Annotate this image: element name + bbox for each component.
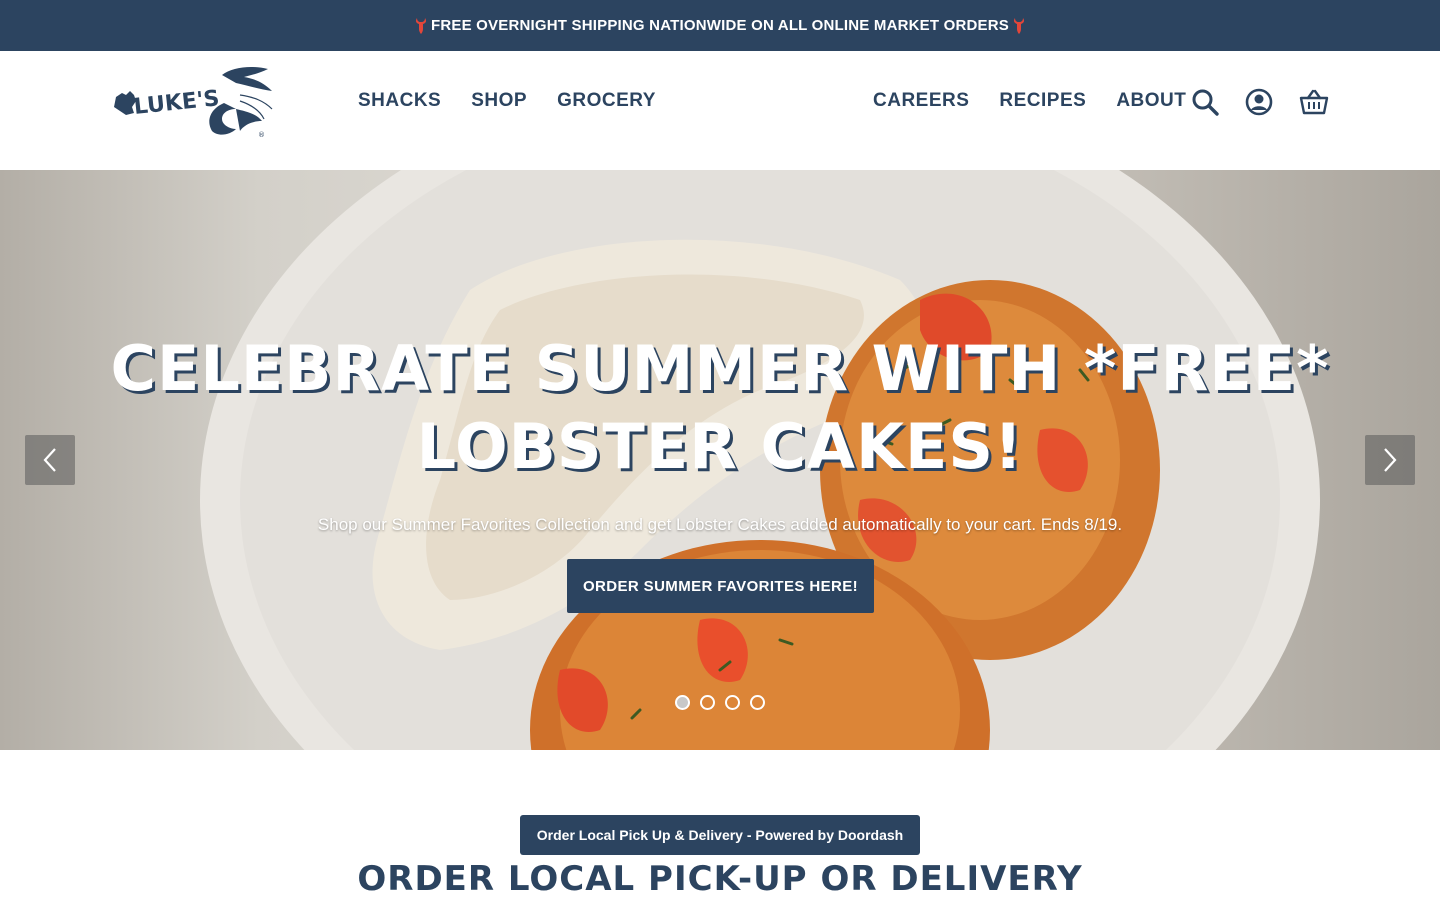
carousel-dot[interactable] bbox=[725, 695, 740, 710]
site-header: LUKE'S ® SHACKS SHOP GROCERY CAREERS REC… bbox=[0, 51, 1440, 170]
order-summer-favorites-button[interactable]: ORDER SUMMER FAVORITES HERE! bbox=[567, 559, 874, 613]
brand-logo[interactable]: LUKE'S ® bbox=[112, 65, 276, 139]
chevron-left-icon bbox=[43, 448, 56, 472]
section-heading: ORDER LOCAL PICK-UP OR DELIVERY bbox=[357, 859, 1083, 899]
carousel-dot[interactable] bbox=[750, 695, 765, 710]
nav-shacks[interactable]: SHACKS bbox=[358, 90, 441, 112]
nav-careers[interactable]: CAREERS bbox=[873, 90, 969, 112]
account-icon[interactable] bbox=[1244, 87, 1274, 117]
nav-recipes[interactable]: RECIPES bbox=[999, 90, 1086, 112]
carousel-prev-button[interactable] bbox=[25, 435, 75, 485]
announcement-bar: FREE OVERNIGHT SHIPPING NATIONWIDE ON AL… bbox=[0, 0, 1440, 51]
nav-about[interactable]: ABOUT bbox=[1116, 90, 1186, 112]
hero-carousel: CELEBRATE SUMMER WITH *FREE* LOBSTER CAK… bbox=[0, 170, 1440, 750]
lobster-icon bbox=[1013, 17, 1025, 34]
nav-shop[interactable]: SHOP bbox=[471, 90, 527, 112]
primary-nav: SHACKS SHOP GROCERY bbox=[358, 90, 656, 112]
secondary-nav: CAREERS RECIPES ABOUT bbox=[873, 90, 1186, 112]
lobster-icon bbox=[415, 17, 427, 34]
chevron-right-icon bbox=[1384, 448, 1397, 472]
cart-icon[interactable] bbox=[1299, 87, 1329, 117]
hero-subtitle: Shop our Summer Favorites Collection and… bbox=[317, 515, 1123, 534]
carousel-next-button[interactable] bbox=[1365, 435, 1415, 485]
svg-text:®: ® bbox=[258, 131, 265, 139]
nav-grocery[interactable]: GROCERY bbox=[557, 90, 656, 112]
carousel-dot[interactable] bbox=[675, 695, 690, 710]
logo-text: LUKE'S bbox=[133, 86, 221, 120]
announcement-text: FREE OVERNIGHT SHIPPING NATIONWIDE ON AL… bbox=[431, 17, 1009, 34]
carousel-pagination bbox=[675, 695, 765, 710]
carousel-dot[interactable] bbox=[700, 695, 715, 710]
order-local-pickup-delivery-button[interactable]: Order Local Pick Up & Delivery - Powered… bbox=[520, 815, 920, 855]
search-icon[interactable] bbox=[1190, 87, 1220, 117]
hero-title: CELEBRATE SUMMER WITH *FREE* LOBSTER CAK… bbox=[110, 332, 1330, 483]
